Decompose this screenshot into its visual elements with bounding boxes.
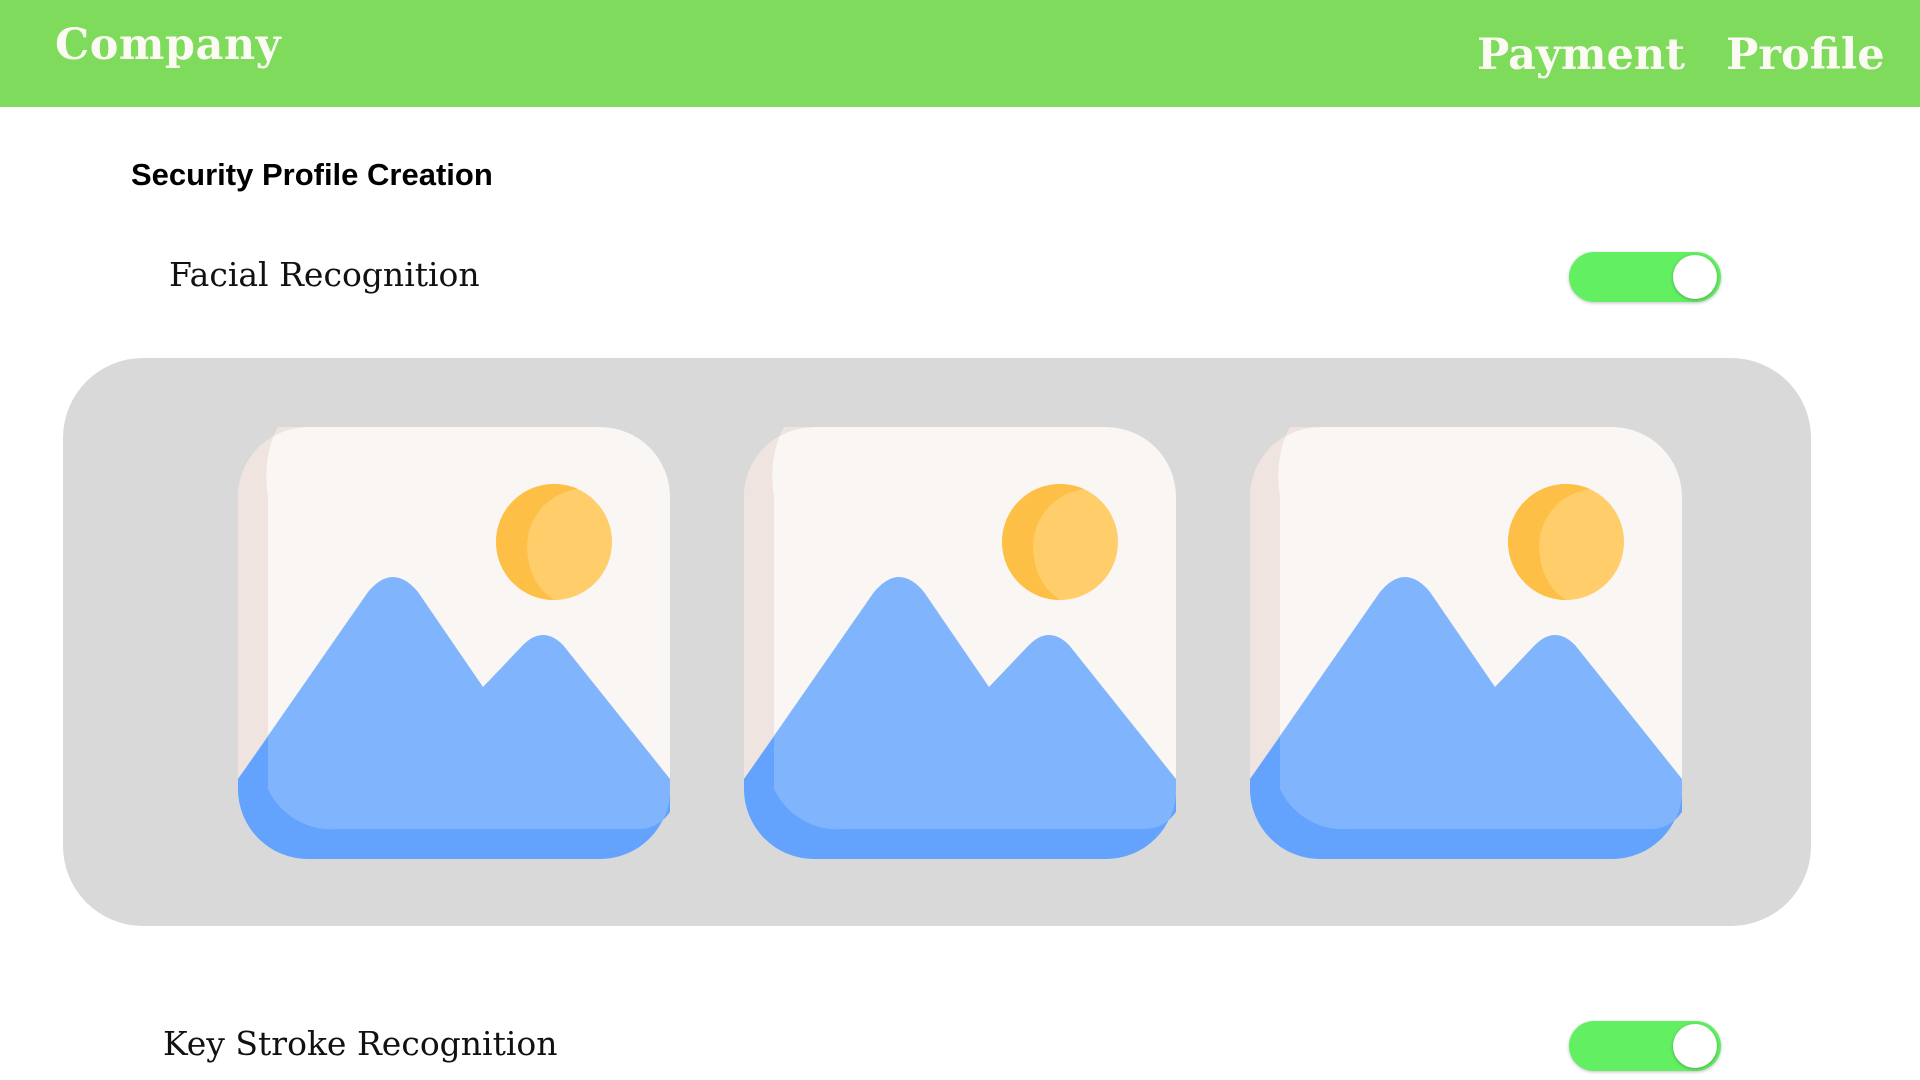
face-photo-slot-2[interactable] (744, 427, 1176, 859)
face-image-gallery (63, 358, 1811, 926)
company-logo[interactable]: Company (55, 20, 281, 70)
toggle-knob (1673, 255, 1717, 299)
nav-profile-link[interactable]: Profile (1726, 30, 1885, 80)
image-placeholder-icon (1250, 427, 1682, 859)
keystroke-recognition-label: Key Stroke Recognition (163, 1024, 558, 1063)
face-photo-slot-1[interactable] (238, 427, 670, 859)
top-nav-bar: Company Payment Profile (0, 0, 1920, 107)
nav-payment-link[interactable]: Payment (1477, 30, 1685, 80)
page-title: Security Profile Creation (131, 157, 493, 192)
facial-recognition-toggle[interactable] (1569, 252, 1721, 302)
image-placeholder-icon (238, 427, 670, 859)
facial-recognition-label: Facial Recognition (169, 255, 480, 294)
keystroke-recognition-toggle[interactable] (1569, 1021, 1721, 1071)
toggle-knob (1673, 1024, 1717, 1068)
image-placeholder-icon (744, 427, 1176, 859)
face-photo-slot-3[interactable] (1250, 427, 1682, 859)
